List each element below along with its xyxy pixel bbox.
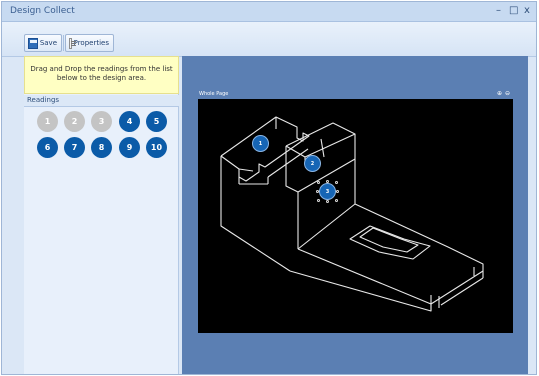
reading-3-button[interactable]: 3 <box>91 111 112 132</box>
toolbar: Save Properties <box>2 22 536 57</box>
selection-handle[interactable] <box>336 190 339 193</box>
selection-handle[interactable] <box>326 200 329 203</box>
reading-7-button[interactable]: 7 <box>64 137 85 158</box>
selection-handle[interactable] <box>317 181 320 184</box>
save-button[interactable]: Save <box>24 34 62 52</box>
selection-handle[interactable] <box>335 181 338 184</box>
zoom-in-icon[interactable]: ⊕ <box>497 90 502 97</box>
readings-header: Readings <box>24 95 179 107</box>
selection-handle[interactable] <box>326 180 329 183</box>
reading-6-button[interactable]: 6 <box>37 137 58 158</box>
maximize-icon[interactable]: □ <box>509 5 518 17</box>
placed-marker-1[interactable]: 1 <box>252 135 269 152</box>
reading-2-button[interactable]: 2 <box>64 111 85 132</box>
window-title: Design Collect <box>10 6 75 16</box>
save-label: Save <box>39 39 57 47</box>
selection-handle[interactable] <box>335 199 338 202</box>
drawing-canvas[interactable]: 1 2 3 <box>198 99 513 333</box>
reading-8-button[interactable]: 8 <box>91 137 112 158</box>
close-icon[interactable]: x <box>524 5 530 17</box>
reading-4-button[interactable]: 4 <box>119 111 140 132</box>
toolbar-separator <box>63 35 64 51</box>
save-icon <box>28 37 38 49</box>
readings-panel: Drag and Drop the readings from the list… <box>24 56 179 374</box>
isometric-part-drawing <box>220 116 484 312</box>
reading-5-button[interactable]: 5 <box>146 111 167 132</box>
page-label: Whole Page <box>199 91 229 97</box>
title-bar: Design Collect – □ x <box>2 2 536 22</box>
properties-button[interactable]: Properties <box>65 34 114 52</box>
placed-marker-3[interactable]: 3 <box>319 183 336 200</box>
minimize-icon[interactable]: – <box>496 5 501 17</box>
reading-9-button[interactable]: 9 <box>119 137 140 158</box>
placed-marker-2[interactable]: 2 <box>304 155 321 172</box>
selection-handle[interactable] <box>317 199 320 202</box>
properties-label: Properties <box>73 39 109 47</box>
zoom-out-icon[interactable]: ⊖ <box>505 90 510 97</box>
instructions-text: Drag and Drop the readings from the list… <box>24 56 179 94</box>
reading-10-button[interactable]: 10 <box>146 137 167 158</box>
selection-handle[interactable] <box>316 190 319 193</box>
properties-icon <box>69 37 76 49</box>
reading-1-button[interactable]: 1 <box>37 111 58 132</box>
